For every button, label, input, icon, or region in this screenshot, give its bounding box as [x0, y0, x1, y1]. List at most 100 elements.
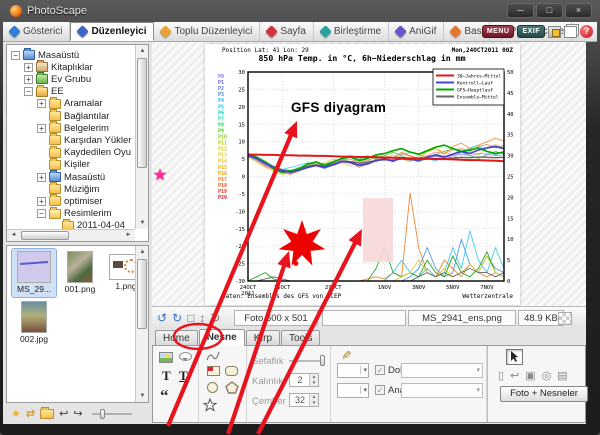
editor-tab-tools[interactable]: Tools: [281, 330, 320, 346]
speech-balloon-icon[interactable]: [179, 352, 192, 361]
tree-hscrollbar[interactable]: ◄ ►: [7, 229, 135, 241]
expand-toggle-icon[interactable]: −: [24, 87, 33, 96]
editor-tab-home[interactable]: Home: [155, 330, 198, 346]
line-color-dropdown[interactable]: [337, 383, 369, 398]
rectangle-tool-icon[interactable]: [207, 366, 220, 376]
undo-icon[interactable]: ↺: [157, 311, 167, 325]
help-icon[interactable]: ?: [580, 25, 593, 38]
thickness-stepper[interactable]: 2▲▼: [289, 373, 319, 387]
expand-toggle-icon[interactable]: +: [37, 99, 46, 108]
tree-item-kitaplıklar[interactable]: +Kitaplıklar: [24, 61, 93, 73]
transparency-icon[interactable]: [558, 312, 572, 325]
text-object[interactable]: GFS diyagram: [291, 100, 386, 115]
editor-tab-nesne[interactable]: Nesne: [199, 329, 245, 346]
tree-item-kaydedilen-oyu[interactable]: Kaydedilen Oyu: [37, 147, 131, 159]
eyedropper-icon[interactable]: ✎: [339, 350, 353, 360]
flip-icon[interactable]: ↩: [510, 370, 525, 382]
close-button[interactable]: ×: [565, 3, 592, 18]
tree-item-masaüstü[interactable]: +Masaüstü: [37, 171, 105, 183]
select-cursor-button[interactable]: [506, 349, 523, 365]
trash-icon[interactable]: ▯: [498, 370, 510, 382]
tab-toplu-düzenleyici[interactable]: Toplu Düzenleyici: [154, 22, 260, 41]
tree-item-optimiser[interactable]: +optimiser: [37, 195, 103, 207]
tree-item-karşıdan-yükler[interactable]: Karşıdan Yükler: [37, 134, 131, 146]
back-icon[interactable]: ↩: [59, 407, 68, 421]
thickness-label: Kalınlık: [252, 376, 283, 387]
rounded-rect-tool-icon[interactable]: [225, 366, 238, 376]
rich-text-tool-icon[interactable]: T: [179, 368, 188, 384]
opacity-slider[interactable]: [289, 360, 325, 362]
photo-objects-button[interactable]: Foto + Nesneler: [500, 386, 588, 402]
polygon-tool-icon[interactable]: [225, 381, 239, 394]
outline-style-dropdown[interactable]: [401, 383, 483, 398]
star-tool-icon[interactable]: [203, 398, 217, 412]
resize-icon[interactable]: □: [187, 311, 194, 325]
favorites-star-icon[interactable]: ★: [11, 407, 21, 421]
thumbnail-size-slider[interactable]: [92, 413, 132, 415]
expand-toggle-icon[interactable]: +: [37, 173, 46, 182]
expand-toggle-icon[interactable]: −: [11, 51, 20, 60]
scroll-down-icon[interactable]: ▼: [136, 217, 149, 229]
group-icon[interactable]: ◎: [542, 370, 558, 382]
tree-vscrollbar[interactable]: ▲ ▼: [135, 45, 148, 229]
tab-gösterici[interactable]: Gösterici: [3, 22, 70, 41]
fit-window-icon[interactable]: ↕: [199, 311, 205, 325]
scroll-left-icon[interactable]: ◄: [7, 230, 20, 242]
editor-tab-kırp[interactable]: Kırp: [246, 330, 280, 346]
scroll-right-icon[interactable]: ►: [122, 230, 135, 242]
outline-checkbox[interactable]: ✓: [375, 385, 385, 395]
fill-checkbox[interactable]: ✓: [375, 365, 385, 375]
tree-item-resimlerim[interactable]: −Resimlerim: [37, 208, 112, 220]
refresh-icon[interactable]: ⇄: [26, 407, 35, 421]
expand-toggle-icon[interactable]: +: [37, 197, 46, 206]
open-folder-icon[interactable]: [40, 409, 54, 419]
exif-button[interactable]: EXIF: [517, 25, 545, 38]
insert-photo-icon[interactable]: [159, 352, 173, 363]
expand-toggle-icon[interactable]: +: [24, 75, 33, 84]
capture-icon[interactable]: [548, 26, 561, 38]
pen-draw-icon[interactable]: [205, 350, 221, 362]
tree-item-belgelerim[interactable]: +Belgelerim: [37, 122, 109, 134]
scroll-up-icon[interactable]: ▲: [136, 246, 149, 258]
fill-style-dropdown[interactable]: [401, 363, 483, 378]
tab-anigif[interactable]: AniGif: [389, 22, 444, 41]
forward-icon[interactable]: ↪: [73, 407, 82, 421]
editor-canvas[interactable]: -30-25-20-15-10-505101520253005101520253…: [152, 42, 586, 306]
scroll-up-icon[interactable]: ▲: [136, 45, 149, 57]
tree-item-müziğim[interactable]: Müziğim: [37, 183, 99, 195]
tree-item-kişiler[interactable]: Kişiler: [37, 159, 90, 171]
svg-text:-15: -15: [235, 227, 245, 233]
expand-toggle-icon[interactable]: −: [37, 209, 46, 218]
minimize-button[interactable]: ─: [507, 3, 534, 18]
tree-item-bağlantılar[interactable]: Bağlantılar: [37, 110, 109, 122]
thumbs-vscrollbar[interactable]: ▲ ▼: [135, 246, 148, 402]
copy-icon[interactable]: [564, 26, 577, 38]
reload-icon[interactable]: ↻: [210, 311, 220, 325]
expand-toggle-icon[interactable]: +: [37, 124, 46, 133]
tab-düzenleyici[interactable]: Düzenleyici: [70, 22, 154, 41]
duplicate-icon[interactable]: ▣: [525, 370, 541, 382]
order-icon[interactable]: ▤: [557, 370, 573, 382]
quote-tool-icon[interactable]: “: [160, 386, 169, 406]
tree-item-aramalar[interactable]: +Aramalar: [37, 98, 103, 110]
thumbnail-001-png[interactable]: 001.png: [58, 249, 102, 297]
redo-icon[interactable]: ↻: [172, 311, 182, 325]
circle-stepper[interactable]: 32▲▼: [289, 393, 319, 407]
scroll-down-icon[interactable]: ▼: [136, 390, 149, 402]
thumbnail-002-jpg[interactable]: 002.jpg: [12, 299, 56, 347]
titlebar[interactable]: PhotoScape ─ □ ×: [0, 0, 600, 22]
tab-birleştirme[interactable]: Birleştirme: [314, 22, 389, 41]
photo-image[interactable]: -30-25-20-15-10-505101520253005101520253…: [205, 44, 520, 305]
tree-item-ev-grubu[interactable]: +Ev Grubu: [24, 73, 91, 85]
object-actions-icons[interactable]: ▯↩▣◎▤: [498, 369, 574, 382]
expand-toggle-icon[interactable]: +: [24, 63, 33, 72]
tree-item-ee[interactable]: −EE: [24, 86, 64, 98]
text-tool-icon[interactable]: T: [162, 368, 171, 384]
circle-tool-icon[interactable]: [207, 382, 218, 393]
thumbnail-ms-29-[interactable]: MS_29...: [12, 249, 56, 297]
fill-color-dropdown[interactable]: [337, 363, 369, 378]
tree-item-masaüstü[interactable]: −Masaüstü: [11, 49, 79, 61]
menu-button[interactable]: MENU: [482, 25, 515, 38]
maximize-button[interactable]: □: [536, 3, 563, 18]
tab-sayfa[interactable]: Sayfa: [260, 22, 314, 41]
